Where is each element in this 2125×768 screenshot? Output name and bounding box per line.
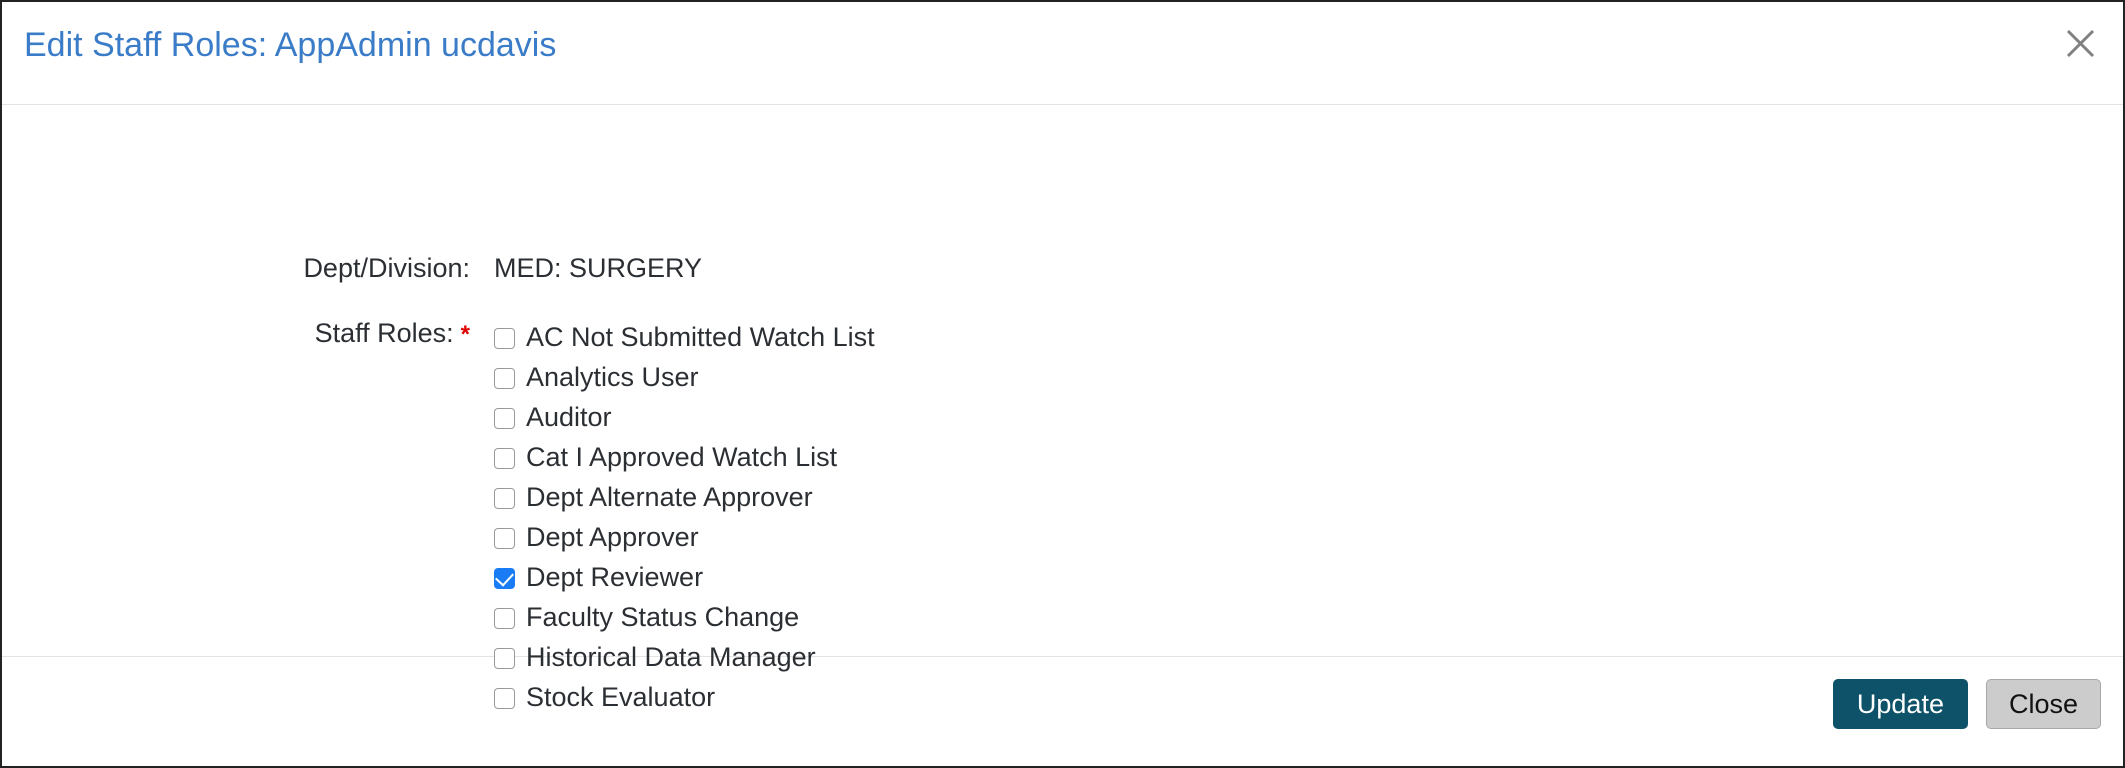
role-label: Faculty Status Change	[526, 601, 800, 632]
close-button[interactable]: Close	[1985, 679, 2101, 729]
role-checkbox-item[interactable]: Dept Alternate Approver	[494, 477, 875, 517]
role-checkbox-item[interactable]: Faculty Status Change	[494, 597, 875, 637]
checkbox-icon[interactable]	[494, 566, 515, 589]
dialog-footer: Update Close	[2, 657, 2123, 766]
role-checkbox-item[interactable]: Cat I Approved Watch List	[494, 437, 875, 477]
role-label: Dept Reviewer	[526, 561, 704, 592]
dialog-title: Edit Staff Roles: AppAdmin ucdavis	[24, 26, 557, 64]
role-checkbox-item[interactable]: Analytics User	[494, 357, 875, 397]
checkbox-icon[interactable]	[494, 447, 515, 469]
checkbox-icon[interactable]	[494, 487, 515, 509]
checkbox-icon[interactable]	[494, 607, 515, 629]
dialog-body: Dept/Division: MED: SURGERY Staff Roles:…	[2, 105, 2123, 712]
dept-division-label: Dept/Division:	[303, 253, 470, 283]
role-label: Auditor	[526, 401, 612, 432]
role-checkbox-item[interactable]: AC Not Submitted Watch List	[494, 317, 875, 357]
checkbox-icon[interactable]	[494, 407, 515, 429]
staff-roles-label: Staff Roles: *	[2, 317, 470, 351]
footer-button-group: Update Close	[1832, 679, 2101, 729]
role-checkbox-item[interactable]: Dept Approver	[494, 517, 875, 557]
checkbox-icon[interactable]	[494, 527, 515, 549]
role-checkbox-item[interactable]: Dept Reviewer	[494, 557, 875, 597]
required-asterisk: *	[460, 321, 470, 348]
role-label: Dept Alternate Approver	[526, 481, 813, 512]
staff-roles-label-text: Staff Roles:	[314, 318, 454, 348]
dialog-header: Edit Staff Roles: AppAdmin ucdavis	[2, 2, 2123, 105]
edit-staff-roles-dialog: Edit Staff Roles: AppAdmin ucdavis Dept/…	[0, 0, 2125, 768]
role-label: Cat I Approved Watch List	[526, 441, 838, 472]
checkbox-icon[interactable]	[494, 327, 515, 349]
role-checkbox-item[interactable]: Auditor	[494, 397, 875, 437]
role-label: Dept Approver	[526, 521, 699, 552]
dept-division-value: MED: SURGERY	[494, 253, 703, 283]
close-icon[interactable]	[2058, 21, 2102, 65]
checkbox-icon[interactable]	[494, 367, 515, 389]
role-label: Analytics User	[526, 361, 699, 392]
dept-division-row: Dept/Division: MED: SURGERY	[2, 252, 2123, 285]
update-button[interactable]: Update	[1832, 679, 1968, 729]
role-label: AC Not Submitted Watch List	[526, 321, 875, 352]
